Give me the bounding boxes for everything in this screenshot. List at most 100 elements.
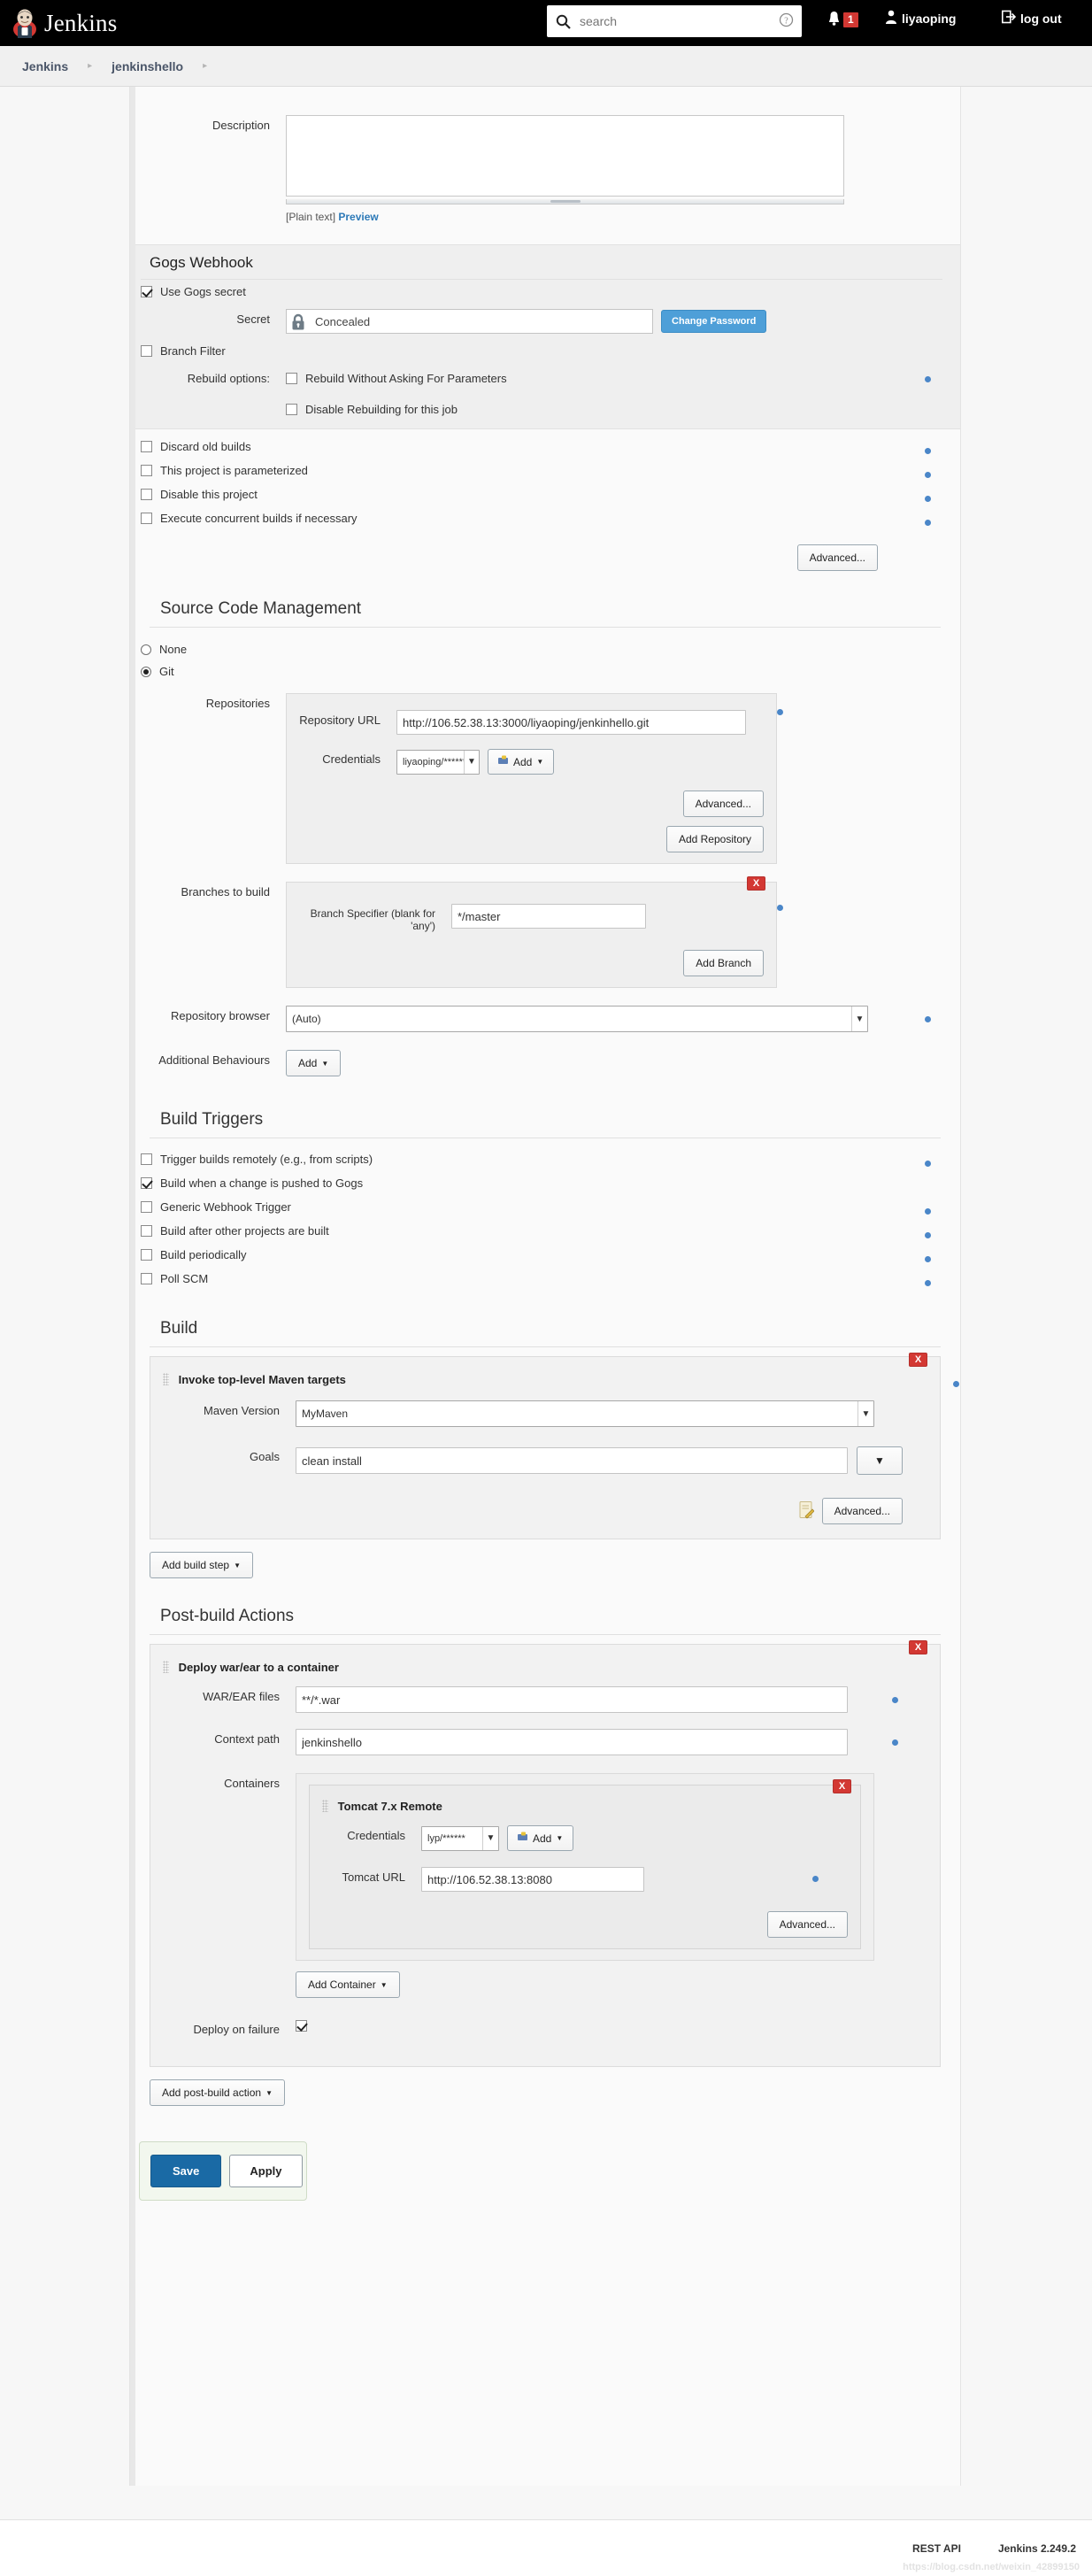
poll-scm-row[interactable]: Poll SCM — [130, 1267, 925, 1291]
add-branch-button[interactable]: Add Branch — [683, 950, 764, 976]
rest-api-link[interactable]: REST API — [912, 2542, 961, 2555]
repository-url-input[interactable] — [396, 710, 746, 735]
scm-none-radio[interactable] — [141, 644, 151, 655]
build-after-projects-help-icon[interactable] — [925, 1231, 931, 1238]
build-on-gogs-push-checkbox[interactable] — [141, 1177, 152, 1189]
generic-webhook-row[interactable]: Generic Webhook Trigger — [130, 1195, 925, 1219]
discard-old-builds-row[interactable]: Discard old builds — [130, 435, 925, 459]
notifications-button[interactable]: 1 — [827, 11, 858, 29]
breadcrumb-item-job[interactable]: jenkinshello — [112, 59, 183, 73]
general-advanced-button[interactable]: Advanced... — [796, 544, 878, 571]
search-box[interactable]: ? — [547, 5, 802, 37]
trigger-remotely-row[interactable]: Trigger builds remotely (e.g., from scri… — [130, 1147, 925, 1171]
build-after-projects-row[interactable]: Build after other projects are built — [130, 1219, 925, 1243]
drag-handle-icon[interactable] — [163, 1373, 169, 1385]
add-credentials-button[interactable]: Add ▼ — [488, 749, 555, 775]
container-advanced-button[interactable]: Advanced... — [766, 1911, 848, 1938]
container-credentials-select[interactable]: lyp/****** ▼ — [421, 1825, 499, 1851]
goals-input[interactable] — [296, 1447, 848, 1474]
additional-behaviours-add-button[interactable]: Add ▼ — [286, 1050, 342, 1076]
tomcat-container-panel: X Tomcat 7.x Remote Credentials lyp/****… — [309, 1779, 861, 1949]
branch-specifier-help-icon[interactable] — [777, 905, 783, 911]
add-repository-button[interactable]: Add Repository — [665, 826, 764, 852]
maven-version-value: MyMaven — [302, 1408, 349, 1420]
add-container-label: Add Container — [308, 1978, 376, 1991]
disable-project-help-icon[interactable] — [925, 495, 931, 502]
scm-git-radio[interactable] — [141, 666, 151, 677]
brand-home-link[interactable]: Jenkins — [11, 8, 117, 38]
drag-handle-icon-container[interactable] — [322, 1800, 328, 1812]
description-textarea[interactable] — [286, 115, 844, 197]
discard-old-builds-checkbox[interactable] — [141, 441, 152, 452]
maven-advanced-button[interactable]: Advanced... — [821, 1498, 903, 1524]
use-gogs-secret-row[interactable]: Use Gogs secret — [130, 280, 960, 304]
delete-build-step-button[interactable]: X — [909, 1353, 927, 1367]
generic-webhook-help-icon[interactable] — [925, 1207, 931, 1215]
rebuild-options-help-icon[interactable] — [925, 376, 931, 382]
repositories-help-icon[interactable] — [777, 709, 783, 715]
breadcrumb-item-jenkins[interactable]: Jenkins — [22, 59, 68, 73]
trigger-remotely-checkbox[interactable] — [141, 1153, 152, 1165]
change-password-button[interactable]: Change Password — [661, 310, 767, 333]
logout-button[interactable]: log out — [1002, 10, 1062, 27]
branch-filter-checkbox[interactable] — [141, 345, 152, 357]
parameterized-help-icon[interactable] — [925, 471, 931, 478]
user-menu[interactable]: liyaoping — [885, 10, 956, 27]
war-files-input[interactable] — [296, 1686, 848, 1713]
use-gogs-secret-checkbox[interactable] — [141, 286, 152, 297]
context-path-input[interactable] — [296, 1729, 848, 1755]
help-circle-icon[interactable]: ? — [779, 12, 794, 30]
disable-rebuilding-checkbox[interactable] — [286, 404, 297, 415]
delete-container-button[interactable]: X — [833, 1779, 851, 1793]
add-container-button[interactable]: Add Container ▼ — [296, 1971, 400, 1998]
scm-option-git[interactable]: Git — [141, 660, 960, 683]
add-post-build-action-button[interactable]: Add post-build action ▼ — [150, 2079, 285, 2106]
poll-scm-help-icon[interactable] — [925, 1279, 931, 1286]
preview-link[interactable]: Preview — [338, 211, 378, 223]
rebuild-without-asking-checkbox[interactable] — [286, 373, 297, 384]
textarea-resize-handle[interactable] — [286, 199, 844, 204]
chevron-down-icon-container-cred: ▼ — [482, 1826, 498, 1850]
deploy-on-failure-checkbox[interactable] — [296, 2020, 307, 2032]
build-on-gogs-push-row[interactable]: Build when a change is pushed to Gogs — [130, 1171, 925, 1195]
disable-project-checkbox[interactable] — [141, 489, 152, 500]
repository-advanced-button[interactable]: Advanced... — [682, 791, 764, 817]
goals-dropdown-button[interactable]: ▼ — [857, 1446, 903, 1475]
parameterized-checkbox[interactable] — [141, 465, 152, 476]
secret-field[interactable]: Concealed — [286, 309, 653, 334]
concurrent-builds-checkbox[interactable] — [141, 513, 152, 524]
maven-step-help-icon[interactable] — [953, 1381, 959, 1387]
build-periodically-checkbox[interactable] — [141, 1249, 152, 1261]
add-container-credentials-button[interactable]: Add ▼ — [507, 1825, 574, 1851]
trigger-remotely-help-icon[interactable] — [925, 1160, 931, 1167]
notepad-icon[interactable] — [797, 1500, 815, 1522]
credentials-select[interactable]: liyaoping/****** ▼ — [396, 749, 480, 775]
build-periodically-row[interactable]: Build periodically — [130, 1243, 925, 1267]
parameterized-row[interactable]: This project is parameterized — [130, 459, 925, 482]
build-after-projects-checkbox[interactable] — [141, 1225, 152, 1237]
generic-webhook-checkbox[interactable] — [141, 1201, 152, 1213]
add-build-step-button[interactable]: Add build step ▼ — [150, 1552, 253, 1578]
drag-handle-icon-postbuild[interactable] — [163, 1661, 169, 1673]
branch-specifier-input[interactable] — [451, 904, 646, 929]
repository-browser-select[interactable]: (Auto) ▼ — [286, 1006, 868, 1032]
delete-post-build-action-button[interactable]: X — [909, 1640, 927, 1654]
apply-button[interactable]: Apply — [229, 2155, 303, 2187]
repository-browser-help-icon[interactable] — [925, 1016, 931, 1022]
scm-option-none[interactable]: None — [141, 638, 960, 660]
context-path-help-icon[interactable] — [892, 1739, 898, 1746]
search-input[interactable] — [578, 13, 779, 29]
build-periodically-help-icon[interactable] — [925, 1255, 931, 1262]
save-button[interactable]: Save — [150, 2155, 222, 2187]
war-files-help-icon[interactable] — [892, 1697, 898, 1703]
disable-project-row[interactable]: Disable this project — [130, 482, 925, 506]
concurrent-builds-row[interactable]: Execute concurrent builds if necessary — [130, 506, 925, 530]
tomcat-url-help-icon[interactable] — [812, 1876, 819, 1882]
branch-filter-row[interactable]: Branch Filter — [130, 339, 960, 363]
delete-branch-button[interactable]: X — [747, 876, 765, 891]
concurrent-builds-help-icon[interactable] — [925, 519, 931, 526]
maven-version-select[interactable]: MyMaven ▼ — [296, 1400, 874, 1427]
tomcat-url-input[interactable] — [421, 1867, 644, 1892]
poll-scm-checkbox[interactable] — [141, 1273, 152, 1284]
discard-old-builds-help-icon[interactable] — [925, 447, 931, 454]
